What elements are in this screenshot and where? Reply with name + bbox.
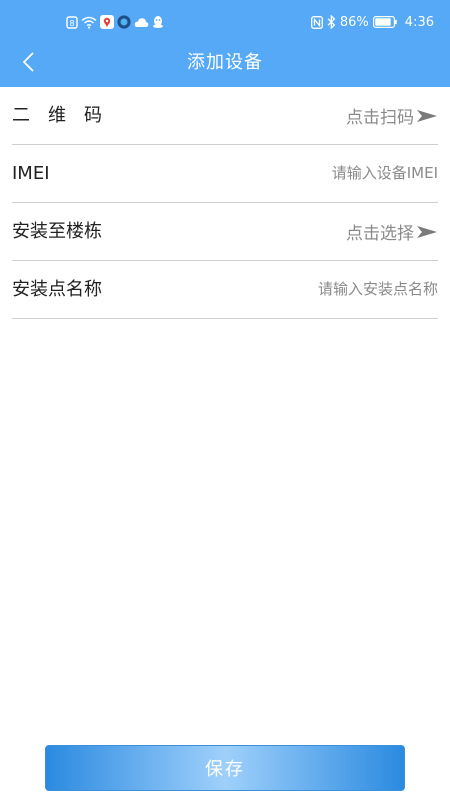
header: 8 86% 4:36 添加设备 <box>0 0 450 87</box>
building-label: 安装至楼栋 <box>12 221 102 242</box>
status-bar: 8 86% 4:36 <box>0 0 450 44</box>
svg-text:8: 8 <box>69 19 74 28</box>
map-app-icon <box>100 15 114 29</box>
building-row[interactable]: 安装至楼栋 点击选择 <box>12 203 438 261</box>
battery-percent: 86% <box>339 14 369 30</box>
scan-action[interactable]: 点击扫码 <box>346 87 438 144</box>
imei-label: IMEI <box>12 163 50 184</box>
select-building-action[interactable]: 点击选择 <box>346 203 438 260</box>
app-icon <box>117 15 131 29</box>
nfc-icon <box>310 15 323 29</box>
cloud-icon <box>134 17 149 28</box>
notification-box-icon: 8 <box>66 15 78 29</box>
system-status: 86% 4:36 <box>310 12 434 32</box>
location-name-input[interactable] <box>198 275 438 303</box>
notification-icons: 8 <box>66 14 164 30</box>
arrow-right-icon <box>416 109 438 123</box>
navigation-bar: 添加设备 <box>0 44 450 87</box>
page-title: 添加设备 <box>187 52 263 73</box>
imei-row: IMEI <box>12 145 438 203</box>
scan-action-label: 点击扫码 <box>346 108 414 128</box>
clock: 4:36 <box>404 14 434 30</box>
imei-input[interactable] <box>198 159 438 187</box>
qq-icon <box>152 15 164 29</box>
location-name-label: 安装点名称 <box>12 279 102 300</box>
location-name-row: 安装点名称 <box>12 261 438 319</box>
qr-code-label: 二维码 <box>12 105 120 126</box>
qr-code-row[interactable]: 二维码 点击扫码 <box>12 87 438 145</box>
battery-icon <box>372 16 397 28</box>
bluetooth-icon <box>327 15 336 29</box>
wifi-icon <box>81 16 97 29</box>
arrow-right-icon <box>416 225 438 239</box>
select-building-label: 点击选择 <box>346 224 414 244</box>
device-form: 二维码 点击扫码 IMEI 安装至楼栋 点击选择 安装点名称 <box>12 87 438 319</box>
save-button[interactable]: 保存 <box>45 745 405 791</box>
